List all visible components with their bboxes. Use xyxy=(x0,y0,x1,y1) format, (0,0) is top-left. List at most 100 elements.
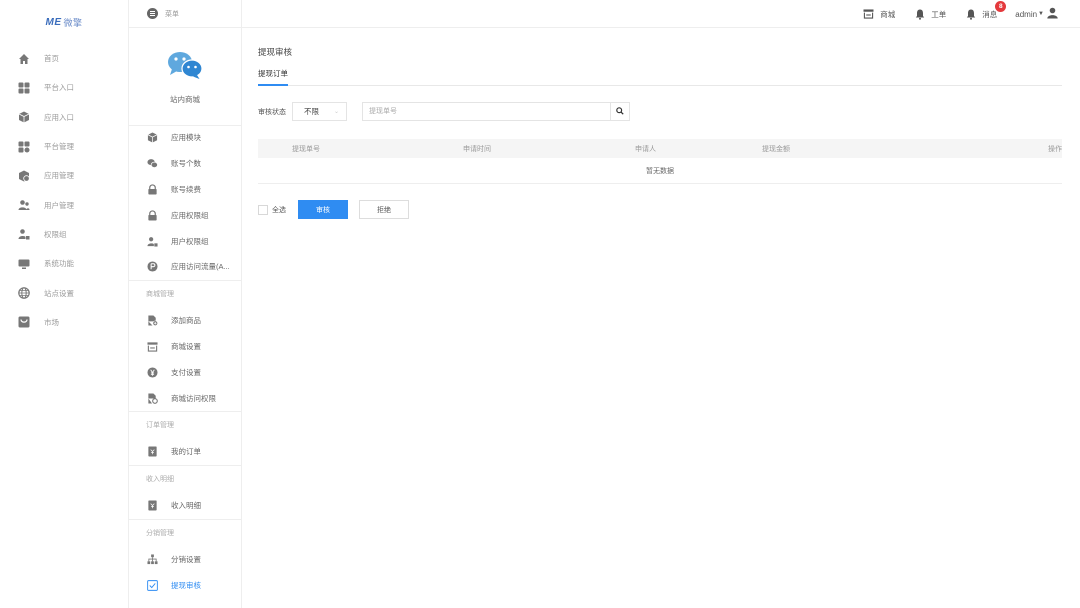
rail-item-label: 平台管理 xyxy=(44,142,74,152)
top-right-links: 商城 工单 消息 8 admin ▼ xyxy=(843,0,1058,28)
coin-icon xyxy=(147,261,158,272)
tab-withdraw-orders[interactable]: 提现订单 xyxy=(258,69,288,86)
rail-item-system[interactable]: 系统功能 xyxy=(0,249,128,278)
select-all-label[interactable]: 全选 xyxy=(272,205,286,215)
top-link-tickets[interactable]: 工单 xyxy=(915,9,946,20)
sidebar-item-label: 我的订单 xyxy=(171,447,201,457)
sidebar-group-orders: 订单管理 xyxy=(129,410,241,439)
sidebar-item-my-orders[interactable]: 我的订单 xyxy=(129,439,241,465)
top-link-label: 商城 xyxy=(880,9,896,19)
monitor-icon xyxy=(18,258,30,270)
main-content: 提现审核 提现订单 审核状态 不限 ⌄ 提现单号 申请时间 申请人 提现金额 操… xyxy=(258,28,1062,219)
menu-toggle[interactable]: 菜单 xyxy=(147,8,179,19)
grid-icon xyxy=(18,141,30,153)
rail-item-site-settings[interactable]: 站点设置 xyxy=(0,278,128,307)
rail-item-platform-entry[interactable]: 平台入口 xyxy=(0,73,128,102)
tab-bar: 提现订单 xyxy=(258,69,1062,86)
search-button[interactable] xyxy=(610,102,630,121)
rail-item-label: 首页 xyxy=(44,54,59,64)
wechat-icon xyxy=(147,158,158,169)
sidebar-item-label: 账号续费 xyxy=(171,184,201,194)
rail-item-market[interactable]: 市场 xyxy=(0,308,128,337)
logo-text: 微擎 xyxy=(63,17,83,28)
rail-item-app-entry[interactable]: 应用入口 xyxy=(0,103,128,132)
sidebar-item-label: 应用访问流量(A... xyxy=(171,262,230,272)
sidebar-item-payment-settings[interactable]: 支付设置 xyxy=(129,359,241,385)
sidebar-item-label: 收入明细 xyxy=(171,501,201,511)
user-menu[interactable]: admin ▼ xyxy=(1015,7,1058,21)
user-lock-icon xyxy=(147,236,158,247)
sidebar-item-label: 用户权限组 xyxy=(171,236,209,246)
rail-item-label: 应用管理 xyxy=(44,171,74,181)
lock-icon xyxy=(147,184,158,195)
column-header: 提现单号 xyxy=(292,145,320,153)
sidebar-item-withdraw-review[interactable]: 提现审核 xyxy=(129,572,241,598)
withdraw-table: 提现单号 申请时间 申请人 提现金额 操作 暂无数据 xyxy=(258,139,1062,184)
rail-item-label: 应用入口 xyxy=(44,112,74,122)
column-header: 申请人 xyxy=(635,145,656,153)
lock-icon xyxy=(147,210,158,221)
search-input[interactable] xyxy=(362,102,610,121)
yen-icon xyxy=(147,367,158,378)
sidebar-item-distribution-settings[interactable]: 分销设置 xyxy=(129,547,241,573)
select-all-checkbox[interactable] xyxy=(258,204,268,215)
home-icon xyxy=(18,53,30,65)
cube-icon xyxy=(147,132,158,143)
sidebar-item-label: 提现审核 xyxy=(171,580,201,590)
sidebar-item-shop-access[interactable]: 商城访问权限 xyxy=(129,385,241,411)
grid-icon xyxy=(18,82,30,94)
rail-item-label: 系统功能 xyxy=(44,259,74,269)
rail-item-label: 市场 xyxy=(44,317,59,327)
sidebar-item-app-modules[interactable]: 应用模块 xyxy=(129,125,241,151)
sidebar-item-shop-settings[interactable]: 商城设置 xyxy=(129,334,241,360)
primary-nav: ME 微擎 首页 平台入口 应用入口 平台管理 应用管理 用户管理 权限组 系统… xyxy=(0,0,129,608)
settings-file-icon xyxy=(147,393,158,404)
rail-item-user-manage[interactable]: 用户管理 xyxy=(0,190,128,219)
page-title: 提现审核 xyxy=(258,47,293,57)
filter-bar: 审核状态 不限 ⌄ xyxy=(258,102,1062,121)
table-header: 提现单号 申请时间 申请人 提现金额 操作 xyxy=(258,139,1062,158)
search-icon xyxy=(616,106,624,117)
column-header: 申请时间 xyxy=(463,145,491,153)
sidebar-item-account-count[interactable]: 账号个数 xyxy=(129,151,241,177)
top-bar: 菜单 商城 工单 消息 8 admin ▼ xyxy=(129,0,1080,28)
sidebar-item-add-goods[interactable]: 添加商品 xyxy=(129,308,241,334)
sidebar-item-user-permission[interactable]: 用户权限组 xyxy=(129,228,241,254)
sidebar-item-label: 商城设置 xyxy=(171,341,201,351)
sidebar-item-app-traffic[interactable]: 应用访问流量(A... xyxy=(129,254,241,280)
sidebar-group-shop: 商城管理 xyxy=(129,279,241,308)
bell-icon xyxy=(915,9,925,20)
sidebar-item-label: 添加商品 xyxy=(171,316,201,326)
user-lock-icon xyxy=(18,228,30,240)
rail-item-home[interactable]: 首页 xyxy=(0,44,128,73)
rail-item-label: 权限组 xyxy=(44,229,67,239)
logo[interactable]: ME 微擎 xyxy=(0,0,128,44)
top-link-shop[interactable]: 商城 xyxy=(863,9,895,20)
filter-label: 审核状态 xyxy=(258,108,286,116)
sidebar-item-account-renewal[interactable]: 账号续费 xyxy=(129,177,241,203)
shop-icon xyxy=(863,9,874,19)
top-link-messages[interactable]: 消息 8 xyxy=(966,0,1007,20)
column-header: 操作 xyxy=(1048,145,1062,153)
status-select[interactable]: 不限 ⌄ xyxy=(292,102,347,121)
sidebar-item-label: 应用权限组 xyxy=(171,210,209,220)
sidebar-group-income: 收入明细 xyxy=(129,464,241,493)
bulk-actions: 全选 审核 拒绝 xyxy=(258,200,1062,219)
rail-item-app-manage[interactable]: 应用管理 xyxy=(0,161,128,190)
rail-item-platform-manage[interactable]: 平台管理 xyxy=(0,132,128,161)
rail-item-label: 站点设置 xyxy=(44,288,74,298)
sidebar-title: 站内商城 xyxy=(170,95,200,104)
users-icon xyxy=(18,199,30,211)
checkbox-icon xyxy=(147,579,158,591)
store-icon xyxy=(18,316,30,328)
reject-button[interactable]: 拒绝 xyxy=(359,200,409,219)
approve-button[interactable]: 审核 xyxy=(298,200,348,219)
add-file-icon xyxy=(147,315,158,327)
sidebar-item-label: 账号个数 xyxy=(171,159,201,169)
secondary-nav: 站内商城 应用模块 账号个数 账号续费 应用权限组 用户权限组 应用访问流量(A… xyxy=(129,0,242,608)
empty-state: 暂无数据 xyxy=(258,158,1062,184)
sidebar-item-income-detail[interactable]: 收入明细 xyxy=(129,493,241,519)
sidebar-item-app-permission[interactable]: 应用权限组 xyxy=(129,202,241,228)
rail-item-permission-group[interactable]: 权限组 xyxy=(0,220,128,249)
order-icon xyxy=(147,500,158,511)
